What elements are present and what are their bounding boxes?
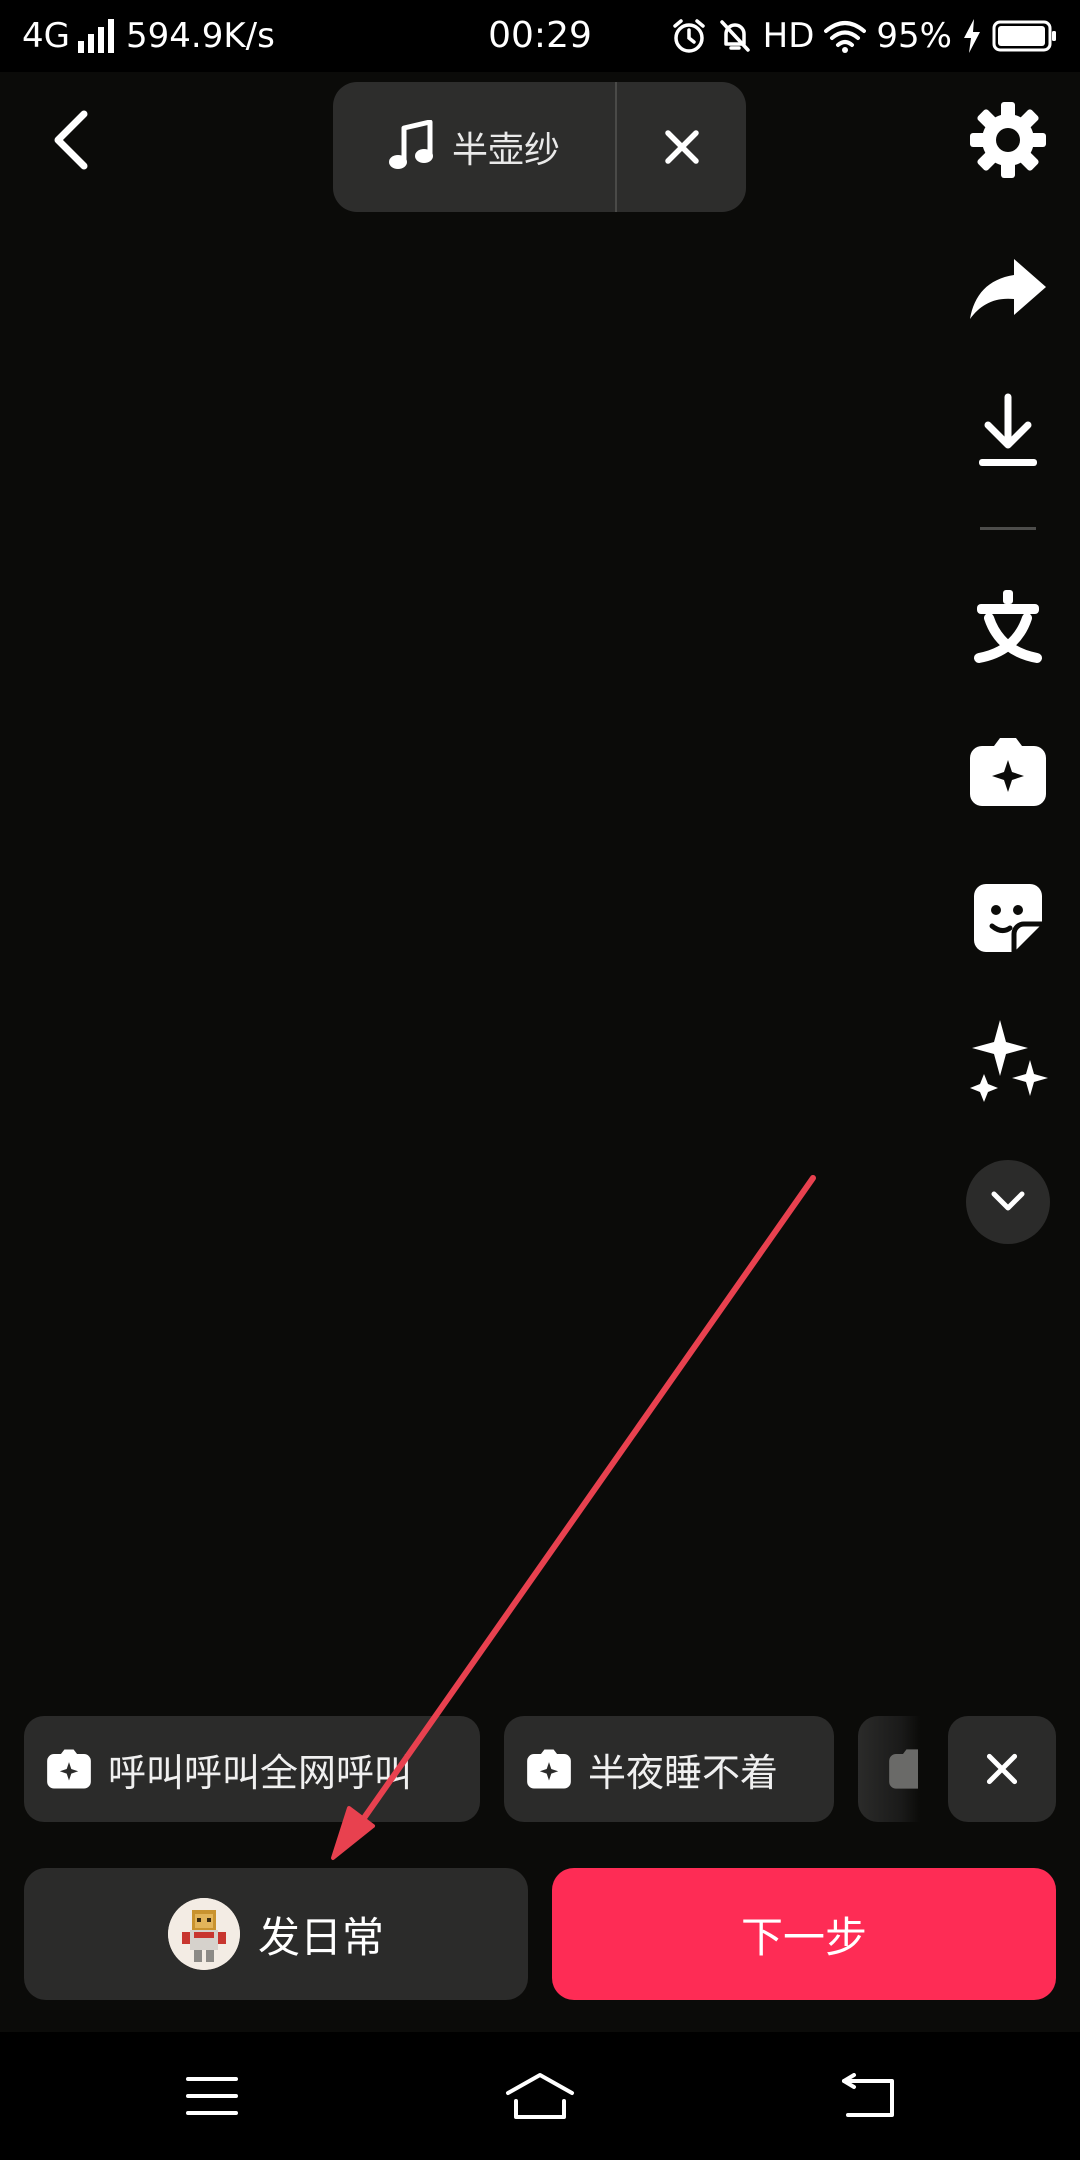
avatar-image [167,1898,240,1970]
share-icon [970,259,1046,319]
share-button[interactable] [960,242,1056,338]
sticker-note-icon [974,884,1042,952]
alarm-icon [672,19,705,53]
system-nav-bar [0,2032,1080,2160]
sticker-button[interactable] [960,724,1056,820]
recent-apps-button[interactable] [162,2056,262,2136]
close-icon [986,1753,1018,1785]
sticker-icon [527,1749,571,1789]
next-step-label: 下一步 [740,1912,867,1962]
chip-label: 半夜睡不着 [588,1750,779,1795]
music-remove-button[interactable] [617,82,746,212]
text-button[interactable] [960,578,1056,674]
back-nav-button[interactable] [818,2056,918,2136]
avatar [167,1898,240,1970]
post-daily-button[interactable]: 发日常 [24,1868,528,2000]
music-title: 半壶纱 [451,130,560,171]
download-icon [979,393,1037,466]
chip-label: 呼叫呼叫全网呼叫 [108,1750,413,1795]
text-icon [974,590,1042,663]
chevron-down-icon [991,1191,1025,1211]
charging-icon [964,19,980,53]
menu-icon [186,2077,238,2115]
screen: 4G 594.9K/s 00:29 HD 95% 半壶纱 呼叫呼叫全网呼叫 半夜… [0,0,1080,2160]
battery-percent: 95% [876,16,952,56]
chip-suggestion-partial[interactable] [858,1716,920,1822]
chip-suggestion[interactable]: 呼叫呼叫全网呼叫 [24,1716,480,1822]
toolbar-expand-button[interactable] [966,1160,1050,1244]
download-button[interactable] [960,385,1056,481]
battery-icon [992,20,1056,52]
chip-suggestion[interactable]: 半夜睡不着 [504,1716,834,1822]
back-icon [842,2073,894,2117]
status-right: HD 95% [671,14,1058,58]
toolbar-divider [980,527,1036,530]
close-icon [664,130,699,164]
post-daily-label: 发日常 [257,1912,384,1962]
sticker-icon [889,1749,918,1789]
sticker-icon [47,1749,91,1789]
chips-close-button[interactable] [948,1716,1056,1822]
effects-button[interactable] [960,1012,1056,1108]
suggestion-chips: 呼叫呼叫全网呼叫 半夜睡不着 [0,1716,1080,1822]
sticker-note-button[interactable] [960,870,1056,966]
next-step-button[interactable]: 下一步 [552,1868,1056,2000]
music-selector: 半壶纱 [333,82,746,212]
home-icon [506,2073,574,2119]
settings-button[interactable] [960,92,1056,188]
back-button[interactable] [40,100,110,180]
mute-bell-icon [719,20,750,52]
hd-indicator: HD [762,16,815,56]
chevron-left-icon [54,110,88,170]
status-bar: 4G 594.9K/s 00:29 HD 95% [0,0,1080,72]
sticker-icon [970,738,1046,806]
home-button[interactable] [490,2056,590,2136]
effects-icon [970,1020,1048,1102]
wifi-icon [824,21,867,53]
music-choose-button[interactable]: 半壶纱 [333,82,615,212]
music-note-icon [388,120,433,169]
settings-icon [970,102,1046,178]
